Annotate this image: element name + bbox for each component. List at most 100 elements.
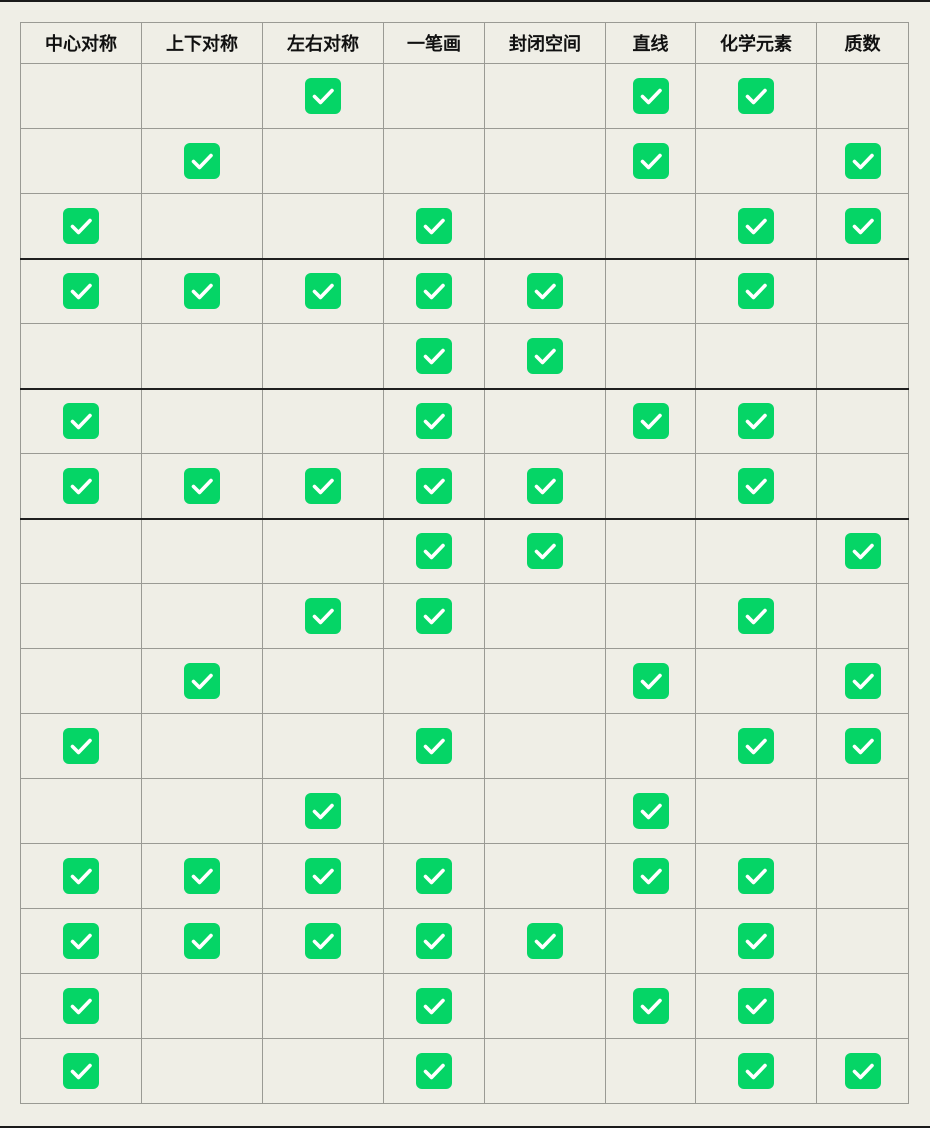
checkbox-checked-icon: [738, 403, 774, 440]
checkbox-checked-icon: [844, 533, 881, 570]
checkbox-checked-icon: [63, 467, 99, 504]
table-cell: [816, 517, 909, 584]
table-cell: [20, 843, 142, 909]
table-cell: [20, 128, 142, 194]
table-cell: [141, 973, 263, 1039]
table-cell: [605, 973, 696, 1039]
table-cell: [695, 583, 817, 649]
table-cell: [20, 63, 142, 129]
column-header-closed-space: 封闭空间: [484, 22, 606, 64]
checkbox-checked-icon: [63, 207, 99, 244]
table-cell: [695, 648, 817, 714]
table-cell: [605, 323, 696, 389]
table-cell: [141, 583, 263, 649]
table-cell: [20, 973, 142, 1039]
checkbox-checked-icon: [632, 143, 669, 179]
checkbox-checked-icon: [738, 728, 774, 764]
table-row: [20, 583, 909, 649]
checkbox-checked-icon: [738, 858, 774, 894]
checkbox-checked-icon: [184, 467, 220, 504]
table-cell: [605, 63, 696, 129]
table-row: [20, 63, 909, 129]
table-cell: [816, 908, 909, 974]
checkbox-checked-icon: [527, 923, 563, 959]
table-cell: [141, 713, 263, 779]
table-cell: [141, 517, 263, 584]
table-cell: [262, 128, 384, 194]
table-cell: [141, 193, 263, 259]
table-cell: [484, 648, 606, 714]
column-header-horizontal-symmetry: 左右对称: [262, 22, 384, 64]
table-cell: [484, 517, 606, 584]
table-cell: [816, 713, 909, 779]
table-cell: [605, 387, 696, 454]
table-cell: [484, 257, 606, 324]
checkbox-checked-icon: [632, 793, 669, 829]
table-cell: [484, 973, 606, 1039]
table-cell: [695, 257, 817, 324]
table-cell: [605, 583, 696, 649]
checkbox-checked-icon: [184, 273, 220, 310]
table-cell: [484, 387, 606, 454]
checkbox-checked-icon: [305, 273, 341, 310]
table-cell: [262, 713, 384, 779]
table-cell: [695, 63, 817, 129]
table-cell: [383, 778, 485, 844]
checkbox-checked-icon: [416, 467, 452, 504]
checkbox-checked-icon: [632, 663, 669, 699]
column-header-prime-number: 质数: [816, 22, 909, 64]
table-cell: [262, 843, 384, 909]
checkbox-checked-icon: [416, 923, 452, 959]
table-cell: [816, 453, 909, 519]
table-cell: [141, 128, 263, 194]
table-cell: [605, 193, 696, 259]
table-cell: [141, 648, 263, 714]
table-cell: [695, 517, 817, 584]
table-cell: [383, 257, 485, 324]
checkbox-checked-icon: [844, 663, 881, 699]
table-cell: [262, 517, 384, 584]
checkbox-checked-icon: [738, 1053, 774, 1089]
table-cell: [484, 713, 606, 779]
table-cell: [141, 63, 263, 129]
table-cell: [484, 583, 606, 649]
table-cell: [695, 323, 817, 389]
column-header-center-symmetry: 中心对称: [20, 22, 142, 64]
table-cell: [816, 323, 909, 389]
table-row: [20, 908, 909, 974]
table-cell: [20, 387, 142, 454]
table-cell: [695, 1038, 817, 1104]
table-cell: [816, 1038, 909, 1104]
table-row: [20, 387, 909, 454]
table-cell: [383, 323, 485, 389]
table-cell: [605, 843, 696, 909]
table-cell: [141, 908, 263, 974]
table-cell: [484, 1038, 606, 1104]
table-row: [20, 648, 909, 714]
table-cell: [484, 778, 606, 844]
table-cell: [141, 453, 263, 519]
table-cell: [20, 908, 142, 974]
checkbox-checked-icon: [416, 403, 452, 440]
table-row: [20, 323, 909, 389]
checkbox-checked-icon: [416, 988, 452, 1024]
table-cell: [262, 323, 384, 389]
checkbox-checked-icon: [844, 143, 881, 179]
table-cell: [20, 323, 142, 389]
table-row: [20, 257, 909, 324]
checkbox-checked-icon: [738, 923, 774, 959]
table-cell: [383, 517, 485, 584]
table-cell: [20, 778, 142, 844]
checkbox-checked-icon: [738, 78, 774, 114]
table-cell: [605, 713, 696, 779]
checkbox-checked-icon: [844, 1053, 881, 1089]
checkbox-checked-icon: [416, 1053, 452, 1089]
table-cell: [484, 193, 606, 259]
table-cell: [816, 193, 909, 259]
table-cell: [383, 128, 485, 194]
table-cell: [262, 648, 384, 714]
table-cell: [383, 908, 485, 974]
checkbox-checked-icon: [632, 858, 669, 894]
table-cell: [20, 453, 142, 519]
checkbox-checked-icon: [63, 858, 99, 894]
